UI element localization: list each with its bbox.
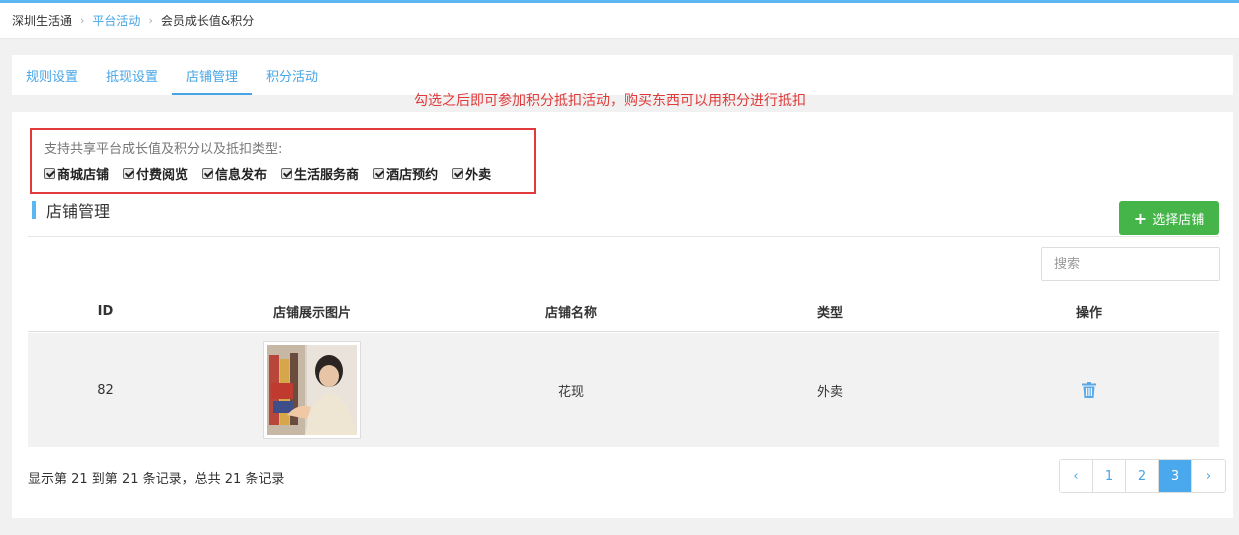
table-header: ID 店铺展示图片 店铺名称 类型 操作 — [28, 292, 1219, 332]
checkbox-checked-icon[interactable] — [202, 168, 214, 179]
column-header-id[interactable]: ID — [28, 292, 183, 331]
supported-types-title: 支持共享平台成长值及积分以及抵扣类型: — [44, 142, 283, 157]
cell-id: 82 — [97, 382, 114, 398]
tab-points-activity[interactable]: 积分活动 — [252, 55, 332, 95]
pagination: ‹ 1 2 3 › — [1059, 459, 1226, 493]
breadcrumb: 深圳生活通 › 平台活动 › 会员成长值&积分 — [0, 3, 1239, 39]
table-row: 82 花现 外卖 — [28, 333, 1219, 447]
type-checkbox-takeout[interactable]: 外卖 — [452, 164, 491, 183]
column-header-actions: 操作 — [1075, 306, 1102, 321]
type-checkbox-info-publish[interactable]: 信息发布 — [202, 164, 267, 183]
supported-types-list: 商城店铺 付费阅览 信息发布 生活服务商 酒店预约 外卖 — [44, 164, 522, 183]
type-label: 商城店铺 — [57, 168, 110, 183]
tab-rules[interactable]: 规则设置 — [12, 55, 92, 95]
pagination-next[interactable]: › — [1192, 460, 1225, 492]
checkbox-checked-icon[interactable] — [281, 168, 293, 179]
pagination-page-2[interactable]: 2 — [1126, 460, 1159, 492]
section-accent-bar — [32, 201, 36, 219]
breadcrumb-item-activities[interactable]: 平台活动 — [92, 12, 140, 29]
trash-icon[interactable] — [1082, 382, 1096, 398]
tab-cash-deduction[interactable]: 抵现设置 — [92, 55, 172, 95]
pagination-page-3[interactable]: 3 — [1159, 460, 1192, 492]
column-header-type[interactable]: 类型 — [701, 292, 959, 331]
cell-actions — [959, 333, 1219, 447]
checkbox-checked-icon[interactable] — [44, 168, 55, 179]
supported-types-box: 支持共享平台成长值及积分以及抵扣类型: 商城店铺 付费阅览 信息发布 生活服务商… — [30, 128, 536, 194]
section-title: 店铺管理 — [46, 202, 111, 221]
store-photo-image — [267, 345, 357, 435]
main-panel: 支持共享平台成长值及积分以及抵扣类型: 商城店铺 付费阅览 信息发布 生活服务商… — [12, 112, 1233, 518]
tab-store-management[interactable]: 店铺管理 — [172, 55, 253, 95]
store-thumbnail — [263, 341, 361, 439]
pagination-page-1[interactable]: 1 — [1093, 460, 1126, 492]
search-input[interactable] — [1041, 247, 1220, 281]
section-header: 店铺管理 — [32, 198, 110, 222]
pagination-prev[interactable]: ‹ — [1060, 460, 1093, 492]
checkbox-checked-icon[interactable] — [452, 168, 464, 179]
column-header-image[interactable]: 店铺展示图片 — [183, 292, 441, 331]
cell-image — [183, 333, 441, 447]
type-label: 信息发布 — [215, 168, 268, 183]
type-checkbox-hotel[interactable]: 酒店预约 — [373, 164, 438, 183]
annotation-note: 勾选之后即可参加积分抵扣活动，购买东西可以用积分进行抵扣 — [414, 93, 806, 109]
cell-store-name: 花现 — [557, 384, 584, 400]
plus-icon: + — [1133, 208, 1148, 228]
tab-bar: 规则设置 抵现设置 店铺管理 积分活动 — [12, 55, 1233, 95]
record-info: 显示第 21 到第 21 条记录，总共 21 条记录 — [28, 472, 285, 487]
chevron-right-icon: › — [148, 14, 153, 27]
type-label: 酒店预约 — [386, 168, 439, 183]
section-divider — [28, 236, 1219, 237]
breadcrumb-item-current: 会员成长值&积分 — [160, 14, 255, 28]
type-checkbox-mall[interactable]: 商城店铺 — [44, 164, 109, 183]
type-label: 生活服务商 — [294, 168, 360, 183]
cell-type: 外卖 — [816, 384, 843, 400]
type-checkbox-life-service[interactable]: 生活服务商 — [281, 164, 359, 183]
select-store-button[interactable]: + 选择店铺 — [1119, 201, 1219, 235]
column-header-name[interactable]: 店铺名称 — [441, 292, 701, 331]
type-checkbox-paid-reading[interactable]: 付费阅览 — [123, 164, 188, 183]
type-label: 付费阅览 — [136, 168, 189, 183]
checkbox-checked-icon[interactable] — [123, 168, 135, 179]
select-store-label: 选择店铺 — [1152, 212, 1205, 228]
checkbox-checked-icon[interactable] — [373, 168, 385, 179]
chevron-right-icon: › — [80, 14, 85, 27]
breadcrumb-item-home[interactable]: 深圳生活通 — [12, 12, 72, 29]
type-label: 外卖 — [465, 168, 492, 183]
